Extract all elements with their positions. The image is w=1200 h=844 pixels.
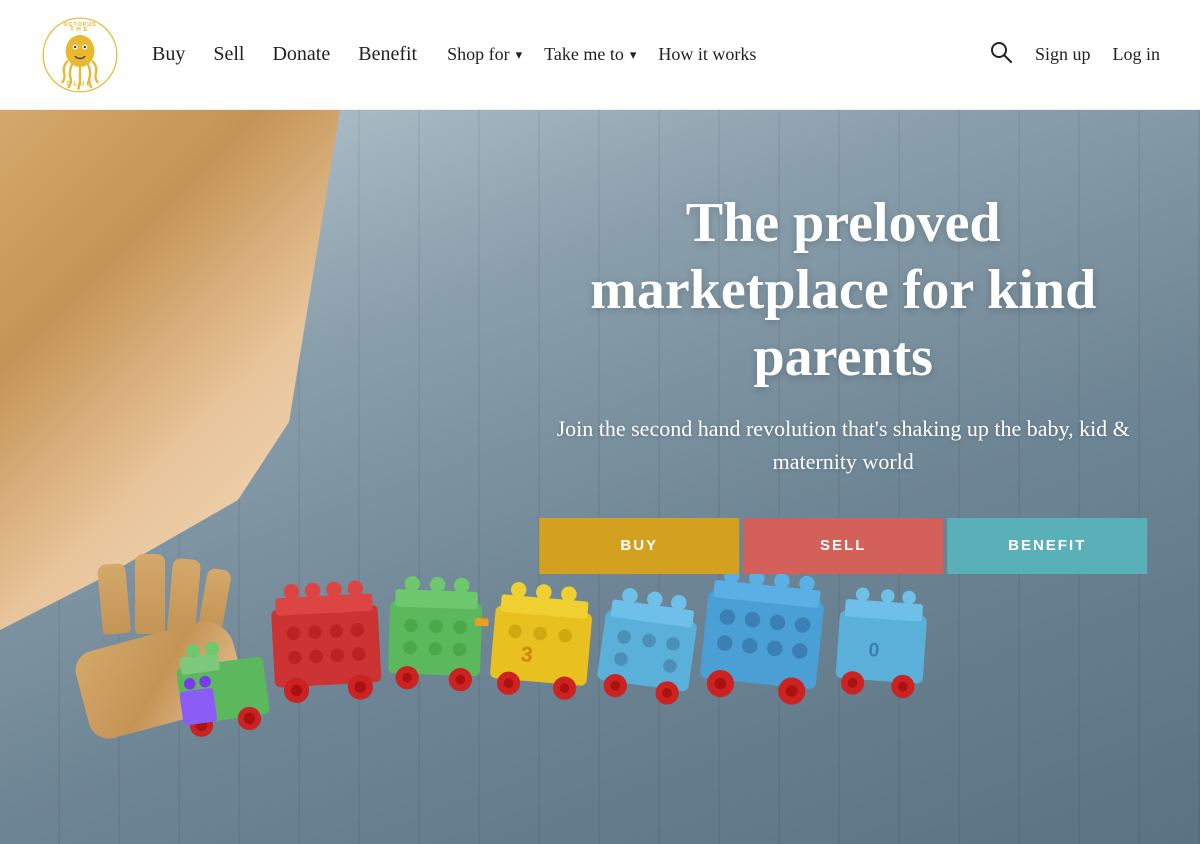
search-button[interactable] <box>989 40 1013 70</box>
hero-text-block: The preloved marketplace for kind parent… <box>539 190 1147 574</box>
site-header: THE OCTOPUS CLUB Buy Sell Donate Benefit <box>0 0 1200 110</box>
finger-1 <box>97 563 131 635</box>
svg-text:0: 0 <box>868 639 880 662</box>
hero-cta-buttons: BUY SELL BENEFIT <box>539 518 1147 574</box>
hero-section: 3 <box>0 110 1200 844</box>
secondary-nav: Shop for ▾ Take me to ▾ How it works <box>447 44 756 65</box>
svg-text:OCTOPUS: OCTOPUS <box>63 22 96 28</box>
search-icon <box>989 40 1013 64</box>
take-me-to-dropdown[interactable]: Take me to ▾ <box>544 44 636 65</box>
nav-benefit[interactable]: Benefit <box>358 43 417 66</box>
hero-subtext: Join the second hand revolution that's s… <box>539 412 1147 478</box>
take-me-to-chevron-icon: ▾ <box>630 47 637 63</box>
header-actions: Sign up Log in <box>989 40 1160 70</box>
hero-benefit-button[interactable]: BENEFIT <box>947 518 1147 574</box>
primary-nav: Buy Sell Donate Benefit <box>152 43 417 66</box>
hero-buy-button[interactable]: BUY <box>539 518 739 574</box>
take-me-to-label: Take me to <box>544 44 624 65</box>
logo-icon: THE OCTOPUS CLUB <box>40 15 120 95</box>
signup-link[interactable]: Sign up <box>1035 44 1091 65</box>
nav-buy[interactable]: Buy <box>152 43 185 66</box>
hero-sell-button[interactable]: SELL <box>743 518 943 574</box>
nav-sell[interactable]: Sell <box>213 43 244 66</box>
nav-donate[interactable]: Donate <box>272 43 330 66</box>
shop-for-label: Shop for <box>447 44 510 65</box>
shop-for-dropdown[interactable]: Shop for ▾ <box>447 44 522 65</box>
logo[interactable]: THE OCTOPUS CLUB <box>40 15 120 95</box>
login-link[interactable]: Log in <box>1113 44 1161 65</box>
how-it-works-link[interactable]: How it works <box>658 44 756 65</box>
svg-text:3: 3 <box>520 642 534 667</box>
shop-for-chevron-icon: ▾ <box>516 47 523 63</box>
hero-headline: The preloved marketplace for kind parent… <box>539 190 1147 392</box>
